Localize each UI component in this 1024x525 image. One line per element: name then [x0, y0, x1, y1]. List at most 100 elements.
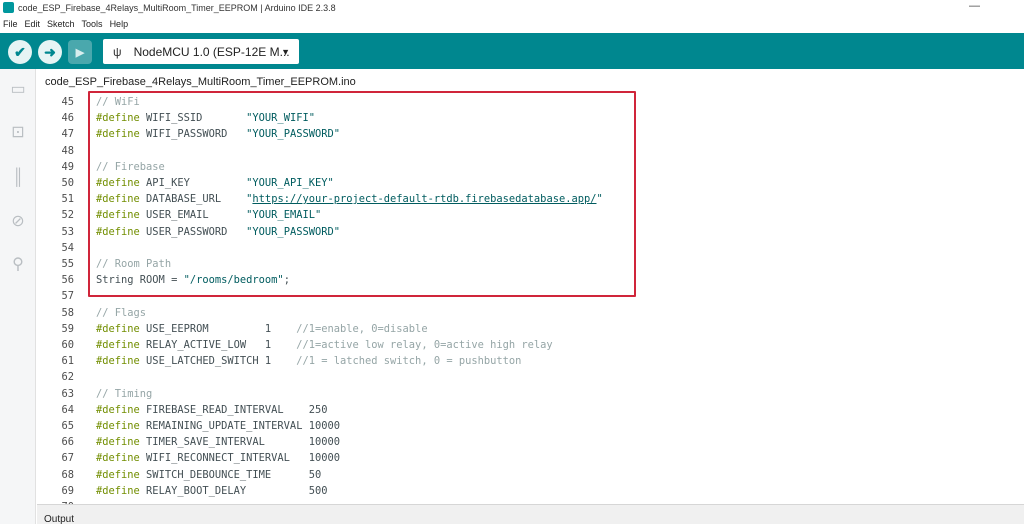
code-text: #define USE_LATCHED_SWITCH 1 //1 = latch…: [96, 355, 521, 367]
code-text: // Room Path: [96, 258, 171, 270]
code-token: "YOUR_API_KEY": [246, 177, 334, 189]
code-line[interactable]: 55 // Room Path: [37, 256, 1017, 272]
code-token: #define: [96, 452, 140, 465]
code-token: USER_PASSWORD: [139, 225, 247, 238]
code-line[interactable]: 49 // Firebase: [37, 159, 1017, 175]
code-line[interactable]: 65 #define REMAINING_UPDATE_INTERVAL 1000…: [37, 418, 1017, 434]
minimize-button[interactable]: —: [969, 0, 980, 12]
code-line[interactable]: 53 #define USER_PASSWORD "YOUR_PASSWORD": [37, 224, 1017, 240]
window-title: code_ESP_Firebase_4Relays_MultiRoom_Time…: [18, 2, 336, 13]
title-bar: code_ESP_Firebase_4Relays_MultiRoom_Time…: [0, 0, 1024, 15]
line-number: 54: [61, 241, 74, 254]
board-selector[interactable]: ψ NodeMCU 1.0 (ESP-12E M... ▼: [103, 39, 299, 64]
line-number: 60: [61, 339, 74, 351]
code-line[interactable]: 50 #define API_KEY "YOUR_API_KEY": [37, 175, 1017, 191]
code-line[interactable]: 57: [37, 288, 1017, 304]
code-token: TIMER_SAVE_INTERVAL 10000: [139, 436, 340, 449]
code-line[interactable]: 58 // Flags: [37, 305, 1017, 321]
board-name: NodeMCU 1.0 (ESP-12E M...: [133, 44, 290, 59]
code-line[interactable]: 60 #define RELAY_ACTIVE_LOW 1 //1=active …: [37, 337, 1017, 353]
code-token: //1=active low relay, 0=active high rela…: [296, 339, 553, 351]
verify-button[interactable]: ✔: [8, 40, 32, 64]
code-text: // Firebase: [96, 161, 165, 173]
code-line[interactable]: 69 #define RELAY_BOOT_DELAY 500: [37, 483, 1017, 499]
code-token: REMAINING_UPDATE_INTERVAL 10000: [139, 420, 340, 432]
line-number: 58: [61, 306, 74, 319]
code-token: #define: [96, 403, 140, 416]
serial-plotter-icon[interactable]: ∿: [1011, 79, 1021, 93]
code-token: #define: [96, 436, 140, 449]
code-token: #define: [96, 322, 140, 335]
code-token: //1 = latched switch, 0 = pushbutton: [296, 355, 522, 368]
code-token: String ROOM =: [96, 274, 184, 287]
code-line[interactable]: 54: [37, 240, 1017, 256]
code-line[interactable]: 68 #define SWITCH_DEBOUNCE_TIME 50: [37, 467, 1017, 483]
code-editor[interactable]: 45 // WiFi 46 #define WIFI_SSID "YOUR_WIFI"…: [37, 92, 1024, 513]
upload-button[interactable]: ➜: [38, 40, 62, 64]
code-token: // Firebase: [96, 160, 165, 173]
code-token: "YOUR_PASSWORD": [246, 128, 340, 141]
code-line[interactable]: 48: [37, 143, 1017, 159]
debug-icon: ▶: [75, 46, 85, 59]
code-token: #define: [96, 468, 140, 481]
check-icon: ✔: [14, 43, 26, 60]
output-panel: Output: [37, 504, 1024, 525]
code-line[interactable]: 51 #define DATABASE_URL "https://your-pro…: [37, 191, 1017, 207]
code-line[interactable]: 61 #define USE_LATCHED_SWITCH 1 //1 = lat…: [37, 353, 1017, 369]
folder-icon[interactable]: ▭: [8, 79, 28, 99]
code-line[interactable]: 56 String ROOM = "/rooms/bedroom";: [37, 272, 1017, 288]
menu-edit[interactable]: Edit: [25, 19, 41, 29]
code-line[interactable]: 63 // Timing: [37, 386, 1017, 402]
code-token: API_KEY: [139, 177, 247, 189]
library-manager-icon[interactable]: ║: [8, 168, 28, 188]
code-line[interactable]: 66 #define TIMER_SAVE_INTERVAL 10000: [37, 434, 1017, 450]
tab-sketch[interactable]: code_ESP_Firebase_4Relays_MultiRoom_Time…: [37, 72, 364, 92]
sidebar: ▭ ⊡ ║ ⊘ ⚲: [0, 69, 36, 524]
code-text: #define SWITCH_DEBOUNCE_TIME 50: [96, 469, 321, 481]
code-line[interactable]: 62: [37, 369, 1017, 385]
code-text: #define WIFI_PASSWORD "YOUR_PASSWORD": [96, 128, 340, 140]
code-token: // Timing: [96, 387, 153, 400]
code-text: #define FIREBASE_READ_INTERVAL 250: [96, 404, 327, 416]
code-line[interactable]: 67 #define WIFI_RECONNECT_INTERVAL 10000: [37, 450, 1017, 466]
code-text: #define API_KEY "YOUR_API_KEY": [96, 177, 334, 189]
code-token: "/rooms/bedroom": [183, 274, 284, 287]
code-line[interactable]: 64 #define FIREBASE_READ_INTERVAL 250: [37, 402, 1017, 418]
code-token: WIFI_SSID: [139, 112, 247, 125]
arrow-right-icon: ➜: [44, 43, 56, 60]
line-number: 50: [61, 177, 74, 189]
code-text: #define REMAINING_UPDATE_INTERVAL 10000: [96, 420, 340, 432]
line-number: 59: [61, 322, 74, 335]
arduino-app-icon: [3, 2, 14, 13]
menu-help[interactable]: Help: [110, 19, 129, 29]
menu-file[interactable]: File: [3, 19, 18, 29]
debug-sidebar-icon[interactable]: ⊘: [8, 211, 28, 231]
line-number: 52: [61, 209, 74, 222]
code-token: // Flags: [96, 306, 147, 319]
code-token: ": [596, 193, 603, 206]
code-line[interactable]: 45 // WiFi: [37, 94, 1017, 110]
line-number: 49: [61, 160, 74, 173]
debug-button[interactable]: ▶: [68, 40, 92, 64]
code-line[interactable]: 47 #define WIFI_PASSWORD "YOUR_PASSWORD": [37, 126, 1017, 142]
code-line[interactable]: 52 #define USER_EMAIL "YOUR_EMAIL": [37, 207, 1017, 223]
search-icon[interactable]: ⚲: [8, 254, 28, 274]
line-number: 65: [61, 420, 74, 432]
code-token: #define: [96, 193, 140, 206]
menu-sketch[interactable]: Sketch: [47, 19, 75, 29]
code-token: #define: [96, 484, 140, 497]
code-token: #define: [96, 355, 140, 368]
code-token: #define: [96, 209, 140, 222]
boards-manager-icon[interactable]: ⊡: [8, 122, 28, 142]
code-text: #define USER_PASSWORD "YOUR_PASSWORD": [96, 226, 340, 238]
code-line[interactable]: 46 #define WIFI_SSID "YOUR_WIFI": [37, 110, 1017, 126]
menu-tools[interactable]: Tools: [82, 19, 103, 29]
line-number: 46: [61, 112, 74, 125]
line-number: 56: [61, 274, 74, 287]
code-token: USE_LATCHED_SWITCH 1: [139, 355, 297, 368]
line-number: 66: [61, 436, 74, 449]
code-text: #define DATABASE_URL "https://your-proje…: [96, 193, 603, 205]
code-line[interactable]: 59 #define USE_EEPROM 1 //1=enable, 0=dis…: [37, 321, 1017, 337]
output-tab[interactable]: Output: [44, 514, 74, 525]
line-number: 69: [61, 484, 74, 497]
